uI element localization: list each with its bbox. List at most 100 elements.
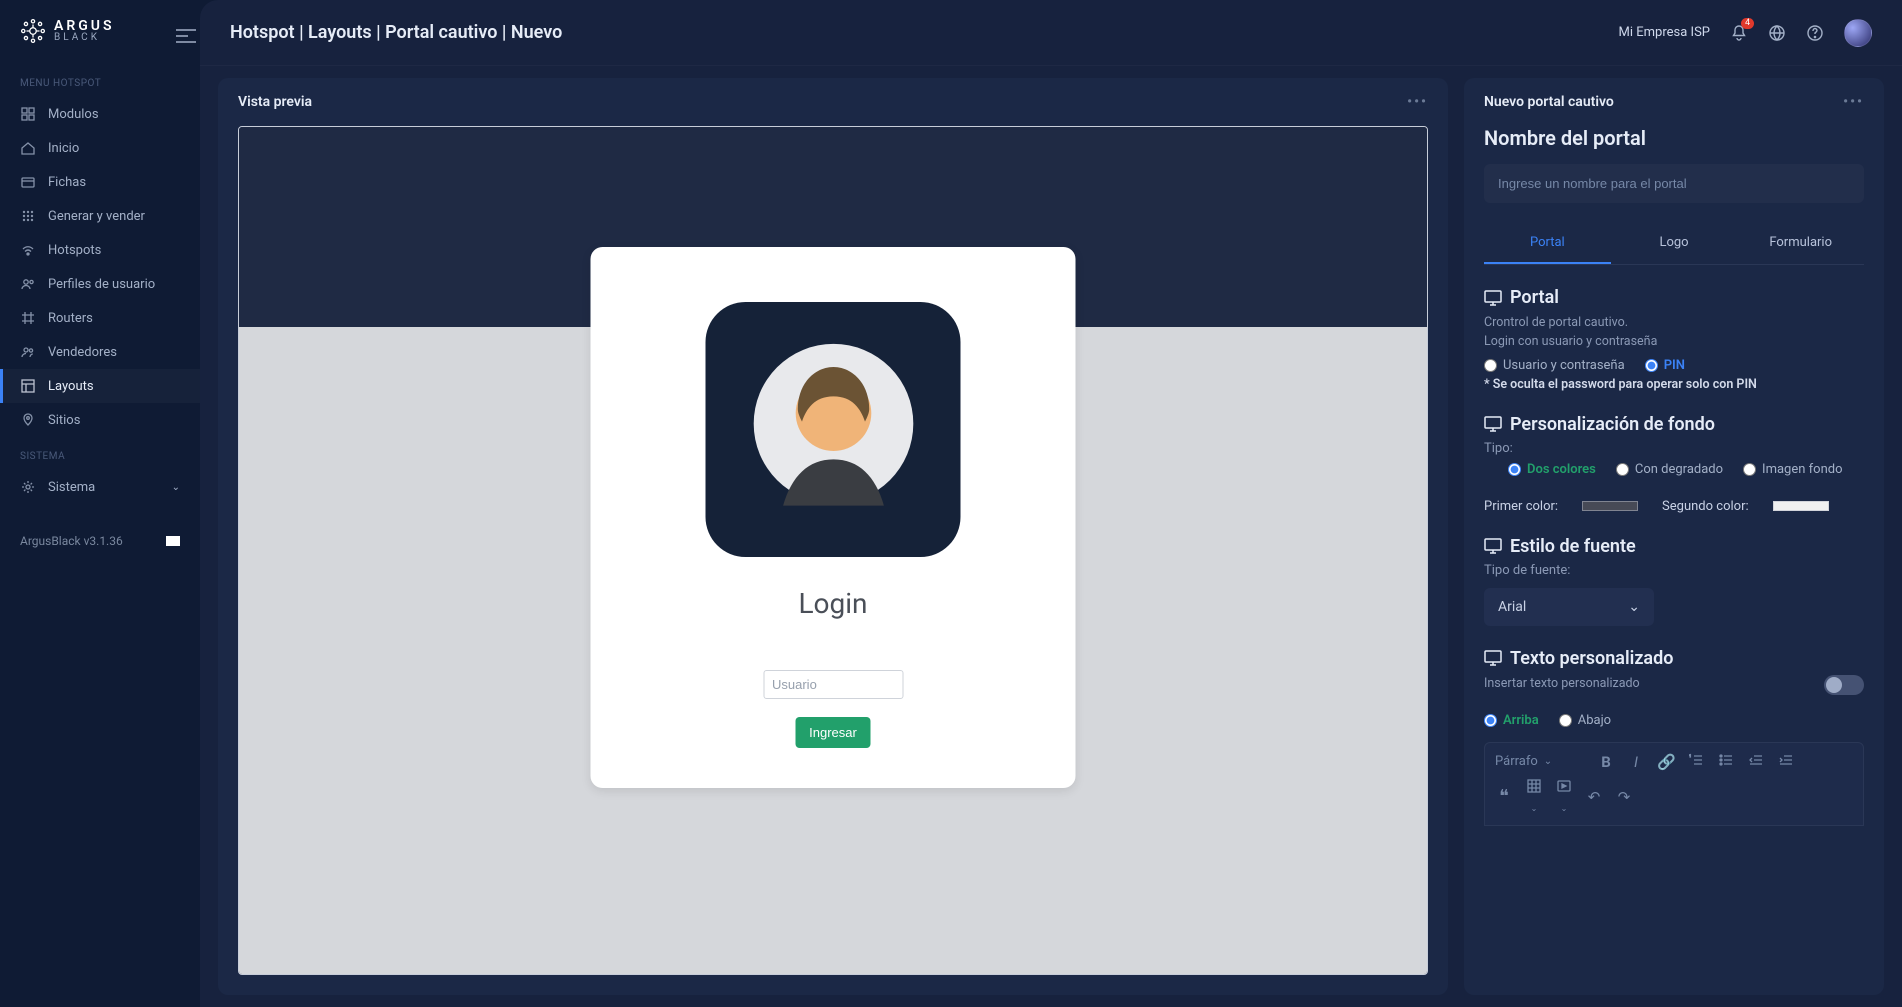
chevron-down-icon: ⌄ <box>1628 599 1640 615</box>
usuario-input[interactable] <box>763 670 903 699</box>
texto-toggle[interactable] <box>1824 675 1864 695</box>
section-label-sistema: SISTEMA <box>0 437 200 470</box>
segundo-color-label: Segundo color: <box>1662 499 1749 514</box>
texto-heading: Texto personalizado <box>1510 648 1673 669</box>
tab-portal[interactable]: Portal <box>1484 223 1611 264</box>
version-text: ArgusBlack v3.1.36 <box>20 534 123 548</box>
bold-icon[interactable]: B <box>1597 753 1615 771</box>
config-tabs: Portal Logo Formulario <box>1484 223 1864 265</box>
preview-viewport: Login Ingresar <box>238 126 1428 975</box>
tab-logo[interactable]: Logo <box>1611 223 1738 264</box>
login-title: Login <box>798 587 867 620</box>
monitor-icon <box>1484 415 1502 433</box>
texto-insertar-label: Insertar texto personalizado <box>1484 675 1640 694</box>
primer-color-label: Primer color: <box>1484 499 1558 514</box>
fondo-heading: Personalización de fondo <box>1510 414 1715 435</box>
list-ol-icon[interactable]: 1 <box>1687 753 1705 771</box>
sidebar-item-hotspots[interactable]: Hotspots <box>0 233 200 267</box>
monitor-icon <box>1484 537 1502 555</box>
sidebar-item-label: Sistema <box>48 480 95 495</box>
undo-icon[interactable]: ↶ <box>1585 788 1603 806</box>
portal-name-label: Nombre del portal <box>1484 126 1864 150</box>
radio-pin[interactable]: PIN <box>1645 358 1685 373</box>
help-icon[interactable] <box>1806 24 1824 42</box>
radio-label: Imagen fondo <box>1762 462 1842 477</box>
list-ul-icon[interactable] <box>1717 753 1735 771</box>
outdent-icon[interactable] <box>1747 753 1765 771</box>
grid2-icon <box>20 208 36 224</box>
logo-icon <box>20 18 46 44</box>
indent-icon[interactable] <box>1777 753 1795 771</box>
ingresar-button[interactable]: Ingresar <box>795 717 871 748</box>
sidebar-item-modulos[interactable]: Modulos <box>0 97 200 131</box>
chevron-down-icon: ⌄ <box>1544 756 1552 767</box>
login-box: Login Ingresar <box>591 247 1076 788</box>
gear-icon <box>20 479 36 495</box>
sidebar-item-label: Perfiles de usuario <box>48 277 155 292</box>
sidebar-item-fichas[interactable]: Fichas <box>0 165 200 199</box>
svg-text:1: 1 <box>1689 753 1691 758</box>
breadcrumb: Hotspot | Layouts | Portal cautivo | Nue… <box>230 22 562 43</box>
radio-label: PIN <box>1664 358 1685 373</box>
users-icon <box>20 276 36 292</box>
paragraph-select[interactable]: Párrafo ⌄ <box>1495 754 1585 769</box>
font-select-value: Arial <box>1498 599 1526 615</box>
portal-desc2: Login con usuario y contraseña <box>1484 333 1864 352</box>
sidebar-item-sistema[interactable]: Sistema ⌄ <box>0 470 200 504</box>
sidebar-item-generar[interactable]: Generar y vender <box>0 199 200 233</box>
home-icon <box>20 140 36 156</box>
sidebar-item-label: Generar y vender <box>48 209 145 224</box>
bell-icon[interactable]: 4 <box>1730 24 1748 42</box>
redo-icon[interactable]: ↷ <box>1615 788 1633 806</box>
tab-formulario[interactable]: Formulario <box>1737 223 1864 264</box>
portal-name-input[interactable] <box>1484 164 1864 203</box>
sidebar-item-inicio[interactable]: Inicio <box>0 131 200 165</box>
italic-icon[interactable]: I <box>1627 753 1645 771</box>
table-icon[interactable]: ⌄ <box>1525 779 1543 815</box>
radio-arriba[interactable]: Arriba <box>1484 713 1539 728</box>
portal-heading: Portal <box>1510 287 1559 308</box>
link-icon[interactable]: 🔗 <box>1657 753 1675 771</box>
logo-text-bot: BLACK <box>54 33 115 43</box>
menu-toggle-icon[interactable] <box>176 28 196 48</box>
radio-abajo[interactable]: Abajo <box>1559 713 1611 728</box>
avatar[interactable] <box>1844 19 1872 47</box>
login-avatar-icon <box>706 302 961 557</box>
media-icon[interactable]: ⌄ <box>1555 779 1573 815</box>
preview-card: Vista previa ••• <box>218 78 1448 995</box>
card-icon <box>20 174 36 190</box>
sidebar-item-vendedores[interactable]: Vendedores <box>0 335 200 369</box>
sidebar-item-routers[interactable]: Routers <box>0 301 200 335</box>
radio-degradado[interactable]: Con degradado <box>1616 462 1723 477</box>
card-menu-icon[interactable]: ••• <box>1407 94 1428 110</box>
card-menu-icon[interactable]: ••• <box>1843 94 1864 110</box>
radio-userpass[interactable]: Usuario y contraseña <box>1484 358 1625 373</box>
sidebar: ARGUS BLACK MENU HOTSPOT Modulos Inicio … <box>0 0 200 1007</box>
radio-label: Dos colores <box>1527 462 1596 477</box>
layout-icon <box>20 378 36 394</box>
globe-icon[interactable] <box>1768 24 1786 42</box>
quote-icon[interactable]: ❝ <box>1495 786 1513 807</box>
paragraph-select-value: Párrafo <box>1495 754 1538 769</box>
radio-doscolores[interactable]: Dos colores <box>1508 462 1596 477</box>
font-select[interactable]: Arial ⌄ <box>1484 588 1654 626</box>
sidebar-item-label: Fichas <box>48 175 86 190</box>
preview-title: Vista previa <box>238 94 312 110</box>
wifi-icon <box>20 242 36 258</box>
segundo-color-swatch[interactable] <box>1773 501 1829 511</box>
radio-label: Abajo <box>1578 713 1611 728</box>
config-title: Nuevo portal cautivo <box>1484 94 1614 110</box>
sidebar-item-sitios[interactable]: Sitios <box>0 403 200 437</box>
company-name: Mi Empresa ISP <box>1619 25 1710 40</box>
primer-color-swatch[interactable] <box>1582 501 1638 511</box>
pin-icon <box>20 412 36 428</box>
sidebar-item-layouts[interactable]: Layouts <box>0 369 200 403</box>
sidebar-item-label: Layouts <box>48 379 94 394</box>
logo-text-top: ARGUS <box>54 19 115 33</box>
sidebar-item-perfiles[interactable]: Perfiles de usuario <box>0 267 200 301</box>
grid-icon <box>20 106 36 122</box>
fuente-tipo-label: Tipo de fuente: <box>1484 563 1864 578</box>
sidebar-item-label: Routers <box>48 311 93 326</box>
radio-imagen[interactable]: Imagen fondo <box>1743 462 1842 477</box>
radio-label: Arriba <box>1503 713 1539 728</box>
